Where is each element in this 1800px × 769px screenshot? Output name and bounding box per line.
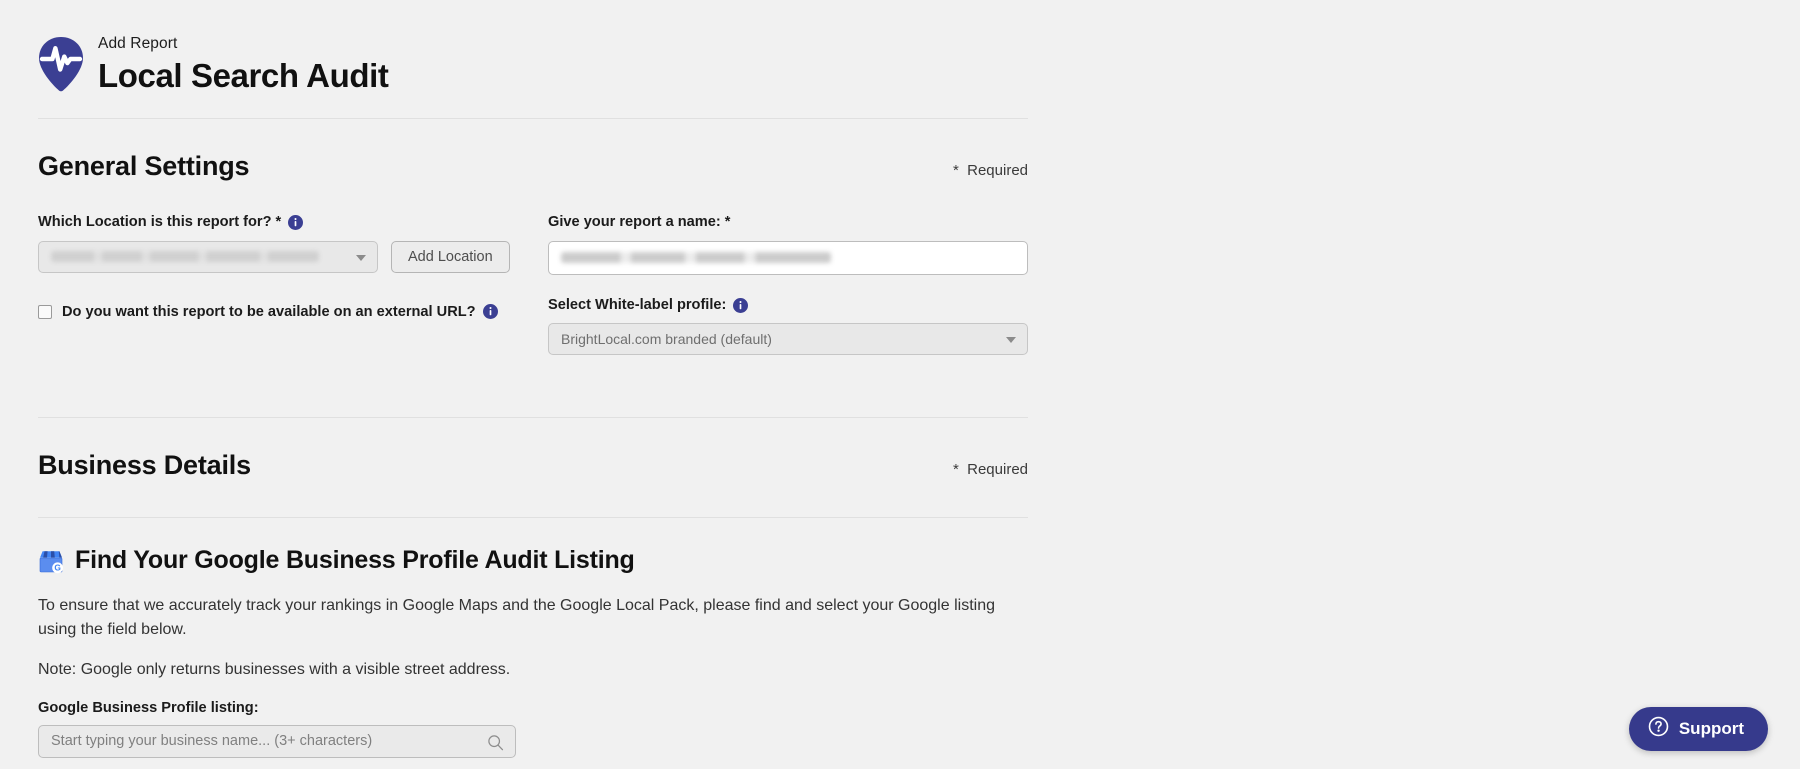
svg-text:G: G: [54, 562, 61, 572]
magnifier-icon[interactable]: [487, 734, 504, 755]
report-name-input[interactable]: [548, 241, 1028, 275]
location-field-label-row: Which Location is this report for? *: [38, 214, 548, 232]
chevron-down-icon: [356, 255, 366, 261]
white-label-profile-label: Select White-label profile:: [548, 297, 726, 315]
page-title: Local Search Audit: [98, 59, 388, 92]
gbp-heading-row: G Find Your Google Business Profile Audi…: [38, 518, 1028, 579]
gbp-search-placeholder: Start typing your business name... (3+ c…: [51, 733, 372, 749]
gbp-search-input[interactable]: Start typing your business name... (3+ c…: [38, 725, 516, 758]
gbp-heading: Find Your Google Business Profile Audit …: [75, 546, 635, 575]
question-circle-icon: [1648, 716, 1669, 742]
location-select[interactable]: [38, 241, 378, 273]
add-location-button[interactable]: Add Location: [391, 241, 510, 273]
info-icon[interactable]: [733, 298, 748, 313]
report-name-label-row: Give your report a name: *: [548, 214, 1028, 232]
general-settings-header: General Settings * Required: [38, 119, 1028, 190]
page-header: Add Report Local Search Audit: [38, 0, 1028, 118]
location-field-label: Which Location is this report for? *: [38, 214, 281, 232]
report-name-value: [561, 252, 831, 263]
info-icon[interactable]: [288, 215, 303, 230]
google-business-profile-storefront-icon: G: [38, 548, 64, 574]
location-select-value: [51, 251, 319, 262]
external-url-checkbox-row[interactable]: Do you want this report to be available …: [38, 273, 548, 320]
external-url-checkbox-label: Do you want this report to be available …: [62, 304, 476, 320]
general-settings-title: General Settings: [38, 151, 249, 182]
business-details-title: Business Details: [38, 450, 251, 481]
business-details-required-note: * Required: [953, 461, 1028, 478]
report-form-content: Add Report Local Search Audit General Se…: [38, 0, 1028, 769]
white-label-profile-select[interactable]: BrightLocal.com branded (default): [548, 323, 1028, 355]
header-text-group: Add Report Local Search Audit: [98, 36, 388, 92]
brightlocal-pin-pulse-logo-icon: [38, 36, 84, 92]
white-label-label-row: Select White-label profile:: [548, 297, 1028, 315]
page-root: Add Report Local Search Audit General Se…: [0, 0, 1800, 769]
support-button[interactable]: Support: [1629, 707, 1768, 751]
report-name-label: Give your report a name: *: [548, 214, 730, 232]
external-url-checkbox-label-group: Do you want this report to be available …: [62, 304, 498, 320]
gbp-search-label: Google Business Profile listing:: [38, 700, 1028, 716]
info-icon[interactable]: [483, 304, 498, 319]
general-settings-required-note: * Required: [953, 162, 1028, 179]
external-url-checkbox[interactable]: [38, 305, 52, 319]
location-row: Add Location: [38, 241, 548, 273]
support-button-label: Support: [1679, 719, 1744, 739]
chevron-down-icon: [1006, 337, 1016, 343]
business-details-header: Business Details * Required: [38, 418, 1028, 489]
gbp-note: Note: Google only returns businesses wit…: [38, 661, 1028, 679]
general-settings-form: Which Location is this report for? *: [38, 190, 1028, 355]
breadcrumb-eyebrow: Add Report: [98, 36, 388, 52]
general-settings-right-column: Give your report a name: * Select White-…: [548, 214, 1028, 355]
white-label-profile-value: BrightLocal.com branded (default): [561, 331, 772, 347]
general-settings-left-column: Which Location is this report for? *: [38, 214, 548, 355]
gbp-description: To ensure that we accurately track your …: [38, 594, 1003, 643]
